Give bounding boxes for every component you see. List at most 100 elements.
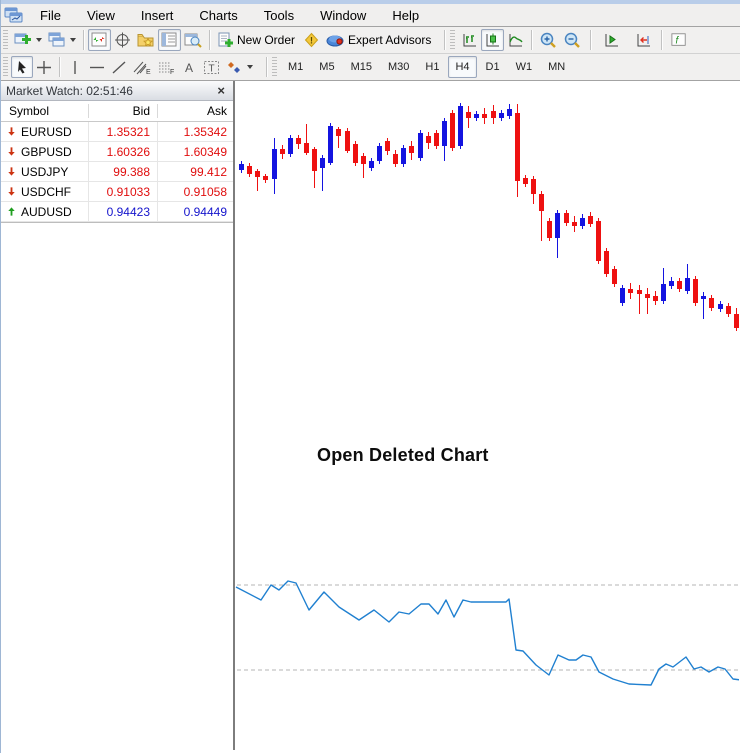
vertical-line-tool[interactable] [64, 56, 86, 78]
trend-up-arrow-icon [6, 206, 17, 217]
timeframe-m30[interactable]: M30 [381, 56, 416, 78]
trend-down-arrow-icon [6, 126, 17, 137]
candle-body [645, 294, 650, 298]
column-header-symbol[interactable]: Symbol [1, 104, 89, 118]
menu-item-file[interactable]: File [27, 5, 74, 26]
auto-scroll-button[interactable] [599, 29, 623, 51]
candle-body [442, 121, 447, 146]
toolbar-grip[interactable] [272, 57, 277, 77]
bid-value: 99.388 [89, 162, 158, 181]
data-window-button[interactable] [181, 29, 205, 51]
alerts-button[interactable]: ! [300, 29, 323, 51]
data-window-icon [184, 32, 202, 48]
main-area: Market Watch: 02:51:46 × Symbol Bid Ask … [1, 81, 740, 750]
text-label-tool[interactable]: T [200, 56, 223, 78]
timeframe-h4[interactable]: H4 [448, 56, 476, 78]
new-order-button[interactable]: New Order [214, 29, 300, 51]
candle-body [515, 113, 520, 181]
equidistant-channel-icon: E [133, 60, 151, 75]
menu-item-tools[interactable]: Tools [251, 5, 307, 26]
expert-advisors-button[interactable]: Expert Advisors [323, 29, 436, 51]
zoom-in-button[interactable] [536, 29, 560, 51]
line-chart-button[interactable] [504, 29, 527, 51]
market-watch-row-eurusd[interactable]: EURUSD1.353211.35342 [1, 122, 233, 142]
crosshair-icon [36, 60, 52, 75]
trend-down-arrow-icon [6, 166, 17, 177]
market-watch-row-usdchf[interactable]: USDCHF0.910330.91058 [1, 182, 233, 202]
chart-shift-button[interactable] [631, 29, 655, 51]
market-watch-panel: Market Watch: 02:51:46 × Symbol Bid Ask … [1, 81, 235, 750]
toolbar-grip[interactable] [450, 30, 455, 50]
candle-body [588, 216, 593, 224]
svg-text:F: F [170, 69, 174, 75]
price-chart[interactable] [235, 81, 739, 750]
timeframe-h1[interactable]: H1 [418, 56, 446, 78]
ask-value: 1.60349 [158, 142, 233, 161]
zoom-out-button[interactable] [560, 29, 584, 51]
arrows-tool[interactable] [223, 56, 256, 78]
menu-item-window[interactable]: Window [307, 5, 379, 26]
timeframe-m15[interactable]: M15 [344, 56, 379, 78]
candle-body [580, 218, 585, 226]
menu-bar: FileViewInsertChartsToolsWindowHelp [1, 4, 740, 27]
timeframe-d1[interactable]: D1 [479, 56, 507, 78]
candle-body [434, 133, 439, 146]
timeframe-m5[interactable]: M5 [312, 56, 341, 78]
indicator-line [236, 581, 739, 685]
fibonacci-tool[interactable]: F [154, 56, 178, 78]
trendline-tool[interactable] [108, 56, 130, 78]
bid-value: 1.35321 [89, 122, 158, 141]
ask-value: 0.94449 [158, 202, 233, 221]
svg-text:!: ! [310, 36, 313, 46]
toolbar-separator [590, 30, 591, 50]
standard-toolbar: New Order ! Expert Advisors [1, 27, 740, 54]
trend-down-arrow-icon [6, 186, 17, 197]
expert-advisors-label: Expert Advisors [348, 33, 433, 47]
candlestick-chart-button[interactable] [481, 29, 504, 51]
tick-chart-toggle[interactable] [88, 29, 111, 51]
trend-down-arrow-icon [6, 146, 17, 157]
market-watch-row-audusd[interactable]: AUDUSD0.944230.94449 [1, 202, 233, 222]
symbol-name: AUDUSD [21, 205, 72, 219]
toolbar-separator [661, 30, 662, 50]
profiles-button[interactable] [45, 29, 79, 51]
market-watch-row-usdjpy[interactable]: USDJPY99.38899.412 [1, 162, 233, 182]
market-watch-toggle[interactable] [158, 29, 181, 51]
text-tool[interactable]: A [178, 56, 200, 78]
crosshair-circle-icon [114, 32, 131, 48]
menu-item-charts[interactable]: Charts [186, 5, 250, 26]
candle-body [564, 213, 569, 223]
candle-body [637, 290, 642, 294]
column-header-bid[interactable]: Bid [89, 104, 158, 118]
symbol-name: USDJPY [21, 165, 68, 179]
candle-body [474, 114, 479, 118]
new-chart-button[interactable] [11, 29, 45, 51]
toolbar-grip[interactable] [3, 30, 8, 50]
candle-body [345, 131, 350, 151]
cursor-mode-button[interactable] [111, 29, 134, 51]
column-header-ask[interactable]: Ask [158, 104, 233, 118]
crosshair-tool[interactable] [33, 56, 55, 78]
candle-body [239, 164, 244, 170]
chart-area[interactable]: Open Deleted Chart [235, 81, 740, 750]
market-watch-titlebar[interactable]: Market Watch: 02:51:46 × [1, 81, 233, 101]
close-icon[interactable]: × [214, 83, 228, 98]
candle-body [263, 176, 268, 180]
indicators-button[interactable]: f [668, 29, 690, 51]
favorites-button[interactable] [134, 29, 158, 51]
horizontal-line-tool[interactable] [86, 56, 108, 78]
menu-item-view[interactable]: View [74, 5, 128, 26]
timeframe-w1[interactable]: W1 [509, 56, 540, 78]
menu-item-help[interactable]: Help [379, 5, 432, 26]
bar-chart-button[interactable] [458, 29, 481, 51]
timeframe-mn[interactable]: MN [541, 56, 572, 78]
market-watch-icon [161, 32, 178, 48]
equidistant-channel-tool[interactable]: E [130, 56, 154, 78]
candle-body [288, 138, 293, 154]
menu-item-insert[interactable]: Insert [128, 5, 187, 26]
cursor-tool[interactable] [11, 56, 33, 78]
candle-body [458, 106, 463, 146]
market-watch-row-gbpusd[interactable]: GBPUSD1.603261.60349 [1, 142, 233, 162]
toolbar-grip[interactable] [3, 57, 8, 77]
timeframe-m1[interactable]: M1 [281, 56, 310, 78]
